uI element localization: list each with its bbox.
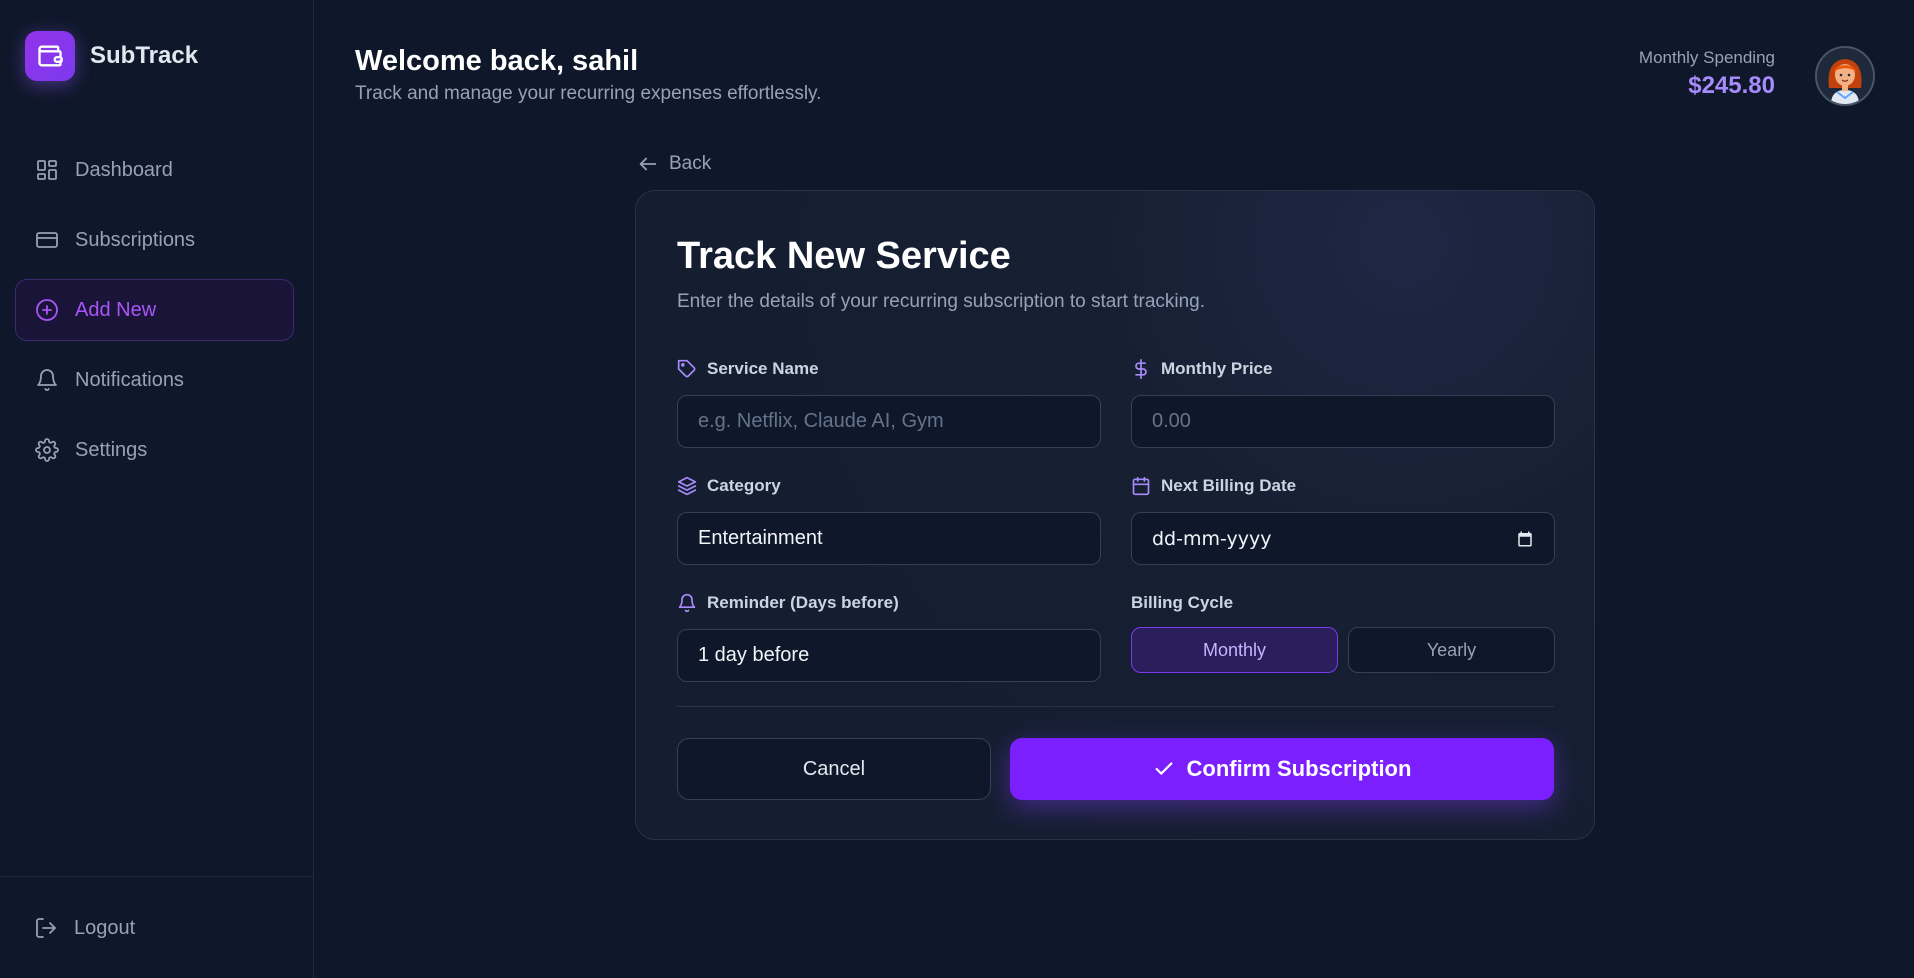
label-text: Reminder (Days before) — [707, 593, 899, 612]
plus-circle-icon — [35, 298, 59, 322]
billing-cycle-yearly[interactable]: Yearly — [1348, 627, 1555, 673]
confirm-label: Confirm Subscription — [1186, 756, 1412, 781]
bell-icon — [678, 593, 696, 613]
sidebar-item-add-new[interactable]: Add New — [15, 279, 294, 341]
cancel-button[interactable]: Cancel — [677, 738, 991, 800]
calendar-icon — [1132, 476, 1150, 496]
next-billing-date-field: Next Billing Date dd-mm-yyyy — [1131, 474, 1555, 565]
service-name-label: Service Name — [677, 357, 1101, 381]
dollar-icon — [1135, 359, 1147, 379]
category-value: Entertainment — [698, 527, 823, 549]
credit-card-icon — [35, 228, 59, 252]
billing-cycle-label: Billing Cycle — [1131, 591, 1555, 615]
sidebar: SubTrack Dashboard Subscriptions Add New… — [0, 0, 314, 978]
form-title: Track New Service — [677, 235, 1011, 277]
tag-icon — [677, 359, 696, 378]
next-billing-date-label: Next Billing Date — [1131, 474, 1555, 498]
layers-icon — [677, 476, 697, 496]
billing-cycle-toggle: Monthly Yearly — [1131, 627, 1555, 673]
brand[interactable]: SubTrack — [25, 31, 198, 81]
sidebar-nav: Dashboard Subscriptions Add New Notifica… — [15, 139, 294, 489]
sidebar-item-label: Notifications — [75, 368, 184, 391]
form-subtitle: Enter the details of your recurring subs… — [677, 291, 1206, 312]
sidebar-item-label: Settings — [75, 438, 148, 461]
wallet-icon — [25, 31, 75, 81]
logout-button[interactable]: Logout — [34, 916, 135, 940]
brand-name: SubTrack — [90, 42, 199, 69]
sidebar-item-notifications[interactable]: Notifications — [15, 349, 294, 411]
sidebar-item-settings[interactable]: Settings — [15, 419, 294, 481]
confirm-subscription-button[interactable]: Confirm Subscription — [1010, 738, 1554, 800]
sidebar-item-label: Subscriptions — [75, 228, 196, 251]
dashboard-icon — [35, 158, 59, 182]
reminder-value: 1 day before — [698, 644, 810, 666]
label-text: Next Billing Date — [1161, 476, 1297, 495]
calendar-picker-icon[interactable] — [1516, 530, 1534, 548]
spending-label: Monthly Spending — [1638, 48, 1775, 67]
billing-cycle-monthly[interactable]: Monthly — [1131, 627, 1338, 673]
add-subscription-card: Track New Service Enter the details of y… — [635, 190, 1595, 840]
category-select[interactable]: Entertainment — [677, 512, 1101, 565]
label-text: Category — [707, 476, 781, 495]
page-title: Welcome back, sahil — [355, 45, 639, 77]
page-subtitle: Track and manage your recurring expenses… — [355, 83, 822, 104]
monthly-spending: Monthly Spending $245.80 — [1639, 48, 1775, 100]
service-name-input[interactable] — [677, 395, 1101, 448]
header: Welcome back, sahil Track and manage you… — [355, 42, 821, 105]
reminder-select[interactable]: 1 day before — [677, 629, 1101, 682]
form-divider — [677, 706, 1554, 707]
logout-label: Logout — [74, 916, 136, 939]
next-billing-date-input[interactable]: dd-mm-yyyy — [1131, 512, 1555, 565]
avatar[interactable] — [1815, 46, 1875, 106]
back-label: Back — [669, 153, 712, 174]
reminder-label: Reminder (Days before) — [677, 591, 1101, 615]
reminder-field: Reminder (Days before) 1 day before — [677, 591, 1101, 682]
monthly-price-label: Monthly Price — [1131, 357, 1555, 381]
label-text: Service Name — [707, 359, 819, 378]
sidebar-item-label: Add New — [75, 298, 157, 321]
category-label: Category — [677, 474, 1101, 498]
check-icon — [1155, 762, 1172, 775]
monthly-price-input[interactable] — [1131, 395, 1555, 448]
monthly-price-field: Monthly Price — [1131, 357, 1555, 448]
sidebar-item-dashboard[interactable]: Dashboard — [15, 139, 294, 201]
arrow-left-icon — [639, 157, 657, 171]
bell-icon — [35, 368, 59, 392]
billing-cycle-field: Billing Cycle Monthly Yearly — [1131, 591, 1555, 673]
sidebar-item-subscriptions[interactable]: Subscriptions — [15, 209, 294, 271]
label-text: Billing Cycle — [1131, 593, 1234, 612]
spending-value: $245.80 — [1688, 72, 1775, 99]
sidebar-item-label: Dashboard — [75, 158, 173, 181]
category-field: Category Entertainment — [677, 474, 1101, 565]
gear-icon — [35, 438, 59, 462]
label-text: Monthly Price — [1161, 359, 1273, 378]
logout-icon — [34, 916, 58, 940]
sidebar-divider — [0, 876, 314, 877]
back-button[interactable]: Back — [637, 153, 711, 175]
date-value: dd-mm-yyyy — [1152, 527, 1272, 550]
service-name-field: Service Name — [677, 357, 1101, 448]
